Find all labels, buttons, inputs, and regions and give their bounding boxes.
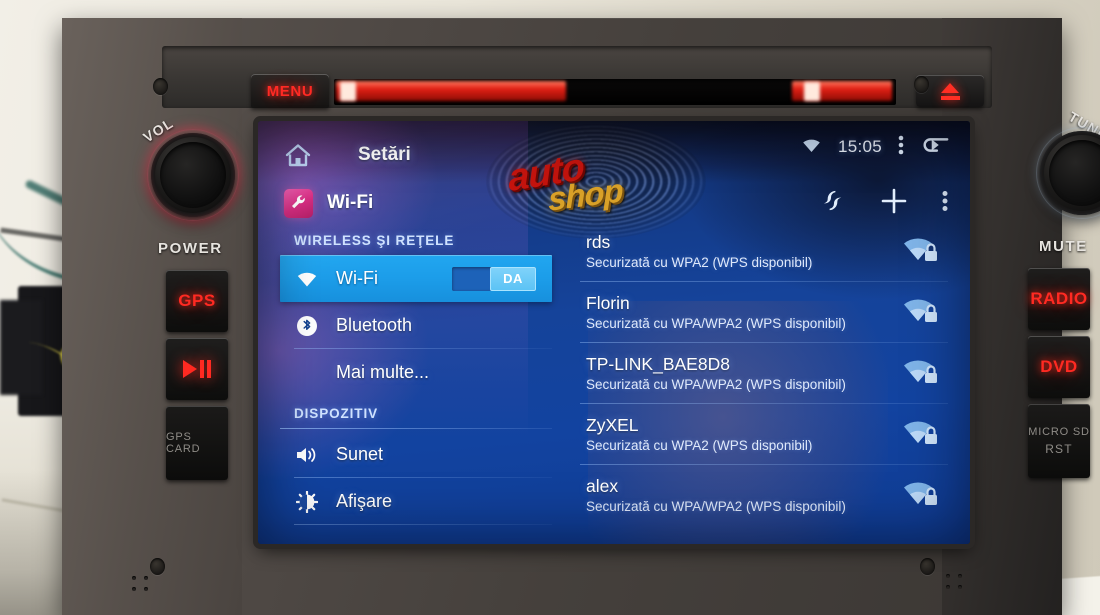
status-time: 15:05 bbox=[837, 137, 882, 156]
page-title: Setări bbox=[358, 144, 411, 165]
dvd-button-label: DVD bbox=[1040, 357, 1078, 376]
slot-highlight-right bbox=[804, 82, 820, 101]
wifi-network-item[interactable]: TP-LINK_BAE8D8 Securizată cu WPA/WPA2 (W… bbox=[580, 343, 958, 404]
section-header-device: DISPOZITIV bbox=[294, 406, 379, 421]
wifi-security: Securizată cu WPA2 (WPS disponibil) bbox=[586, 438, 813, 454]
power-label: POWER bbox=[158, 240, 223, 257]
sidebar-item-wifi[interactable]: Wi-Fi DA bbox=[280, 255, 552, 302]
chassis-screw bbox=[914, 76, 929, 93]
chassis-screw bbox=[150, 558, 165, 575]
wifi-lock-icon bbox=[898, 359, 942, 389]
sidebar-item-label: Bluetooth bbox=[336, 315, 413, 335]
section-header-wireless: WIRELESS ŞI REŢELE bbox=[294, 233, 455, 248]
speaker-icon bbox=[294, 445, 320, 465]
play-pause-icon bbox=[183, 360, 211, 378]
chassis-screw bbox=[920, 558, 935, 575]
wifi-ssid: rds bbox=[586, 232, 611, 253]
plus-icon[interactable] bbox=[880, 187, 908, 220]
wifi-lock-icon bbox=[898, 298, 942, 328]
slot-glow-left bbox=[336, 81, 566, 101]
gps-card-label: GPS CARD bbox=[166, 431, 201, 455]
micro-sd-reset-slot[interactable]: MICRO SD RST bbox=[1028, 404, 1090, 478]
back-arrow-icon[interactable] bbox=[920, 135, 950, 160]
row-divider bbox=[294, 524, 552, 525]
overflow-dots-icon[interactable] bbox=[942, 190, 948, 217]
right-button-column: RADIO DVD MICRO SD RST bbox=[1028, 268, 1090, 478]
wifi-toggle[interactable]: DA bbox=[452, 266, 536, 291]
wifi-network-item[interactable]: ZyXEL Securizată cu WPA2 (WPS disponibil… bbox=[580, 404, 958, 465]
status-bar: 15:05 bbox=[650, 121, 970, 173]
wifi-lock-icon bbox=[898, 420, 942, 450]
micro-sd-label: MICRO SD bbox=[1028, 426, 1090, 438]
disc-slot[interactable] bbox=[334, 79, 896, 105]
eject-icon bbox=[941, 82, 959, 93]
radio-button-label: RADIO bbox=[1030, 289, 1088, 308]
chassis-vent-dots bbox=[132, 576, 136, 591]
wifi-toggle-label: DA bbox=[503, 271, 523, 286]
chassis-vent-dots bbox=[946, 574, 950, 589]
wifi-icon bbox=[294, 270, 320, 288]
wifi-lock-icon bbox=[898, 481, 942, 511]
menu-button[interactable]: MENU bbox=[251, 74, 329, 108]
wifi-network-list: rds Securizată cu WPA2 (WPS disponibil) … bbox=[580, 221, 958, 526]
wifi-network-item[interactable]: rds Securizată cu WPA2 (WPS disponibil) bbox=[580, 221, 958, 282]
sidebar-item-more[interactable]: Mai multe... bbox=[280, 349, 552, 396]
sidebar-item-label: Wi-Fi bbox=[336, 268, 378, 288]
gps-button-label: GPS bbox=[178, 291, 216, 310]
menu-button-label: MENU bbox=[266, 82, 314, 100]
settings-wrench-icon bbox=[284, 188, 313, 218]
section-rule bbox=[280, 428, 552, 429]
sidebar-item-bluetooth[interactable]: Bluetooth bbox=[280, 302, 552, 349]
gps-card-slot[interactable]: GPS CARD bbox=[166, 406, 228, 480]
left-button-column: GPS GPS CARD bbox=[166, 270, 228, 480]
dvd-button[interactable]: DVD bbox=[1028, 336, 1090, 398]
overflow-dots-icon[interactable] bbox=[898, 135, 904, 160]
mute-label: MUTE bbox=[1039, 238, 1088, 255]
wifi-ssid: alex bbox=[586, 476, 619, 497]
app-title: Wi-Fi bbox=[327, 192, 374, 213]
play-pause-button[interactable] bbox=[166, 338, 228, 400]
app-bar: Wi-Fi bbox=[258, 181, 970, 225]
wifi-network-item[interactable]: alex Securizată cu WPA/WPA2 (WPS disponi… bbox=[580, 465, 958, 526]
wifi-security: Securizată cu WPA/WPA2 (WPS disponibil) bbox=[586, 316, 846, 332]
wifi-toggle-knob: DA bbox=[490, 266, 536, 291]
sidebar-item-label: Afişare bbox=[336, 491, 393, 511]
wifi-security: Securizată cu WPA2 (WPS disponibil) bbox=[586, 255, 813, 271]
sidebar-item-sound[interactable]: Sunet bbox=[280, 431, 552, 478]
app-bar-actions bbox=[819, 187, 948, 220]
wifi-lock-icon bbox=[898, 237, 942, 267]
gps-button[interactable]: GPS bbox=[166, 270, 228, 332]
chassis-vent-dots bbox=[958, 574, 962, 589]
wifi-ssid: TP-LINK_BAE8D8 bbox=[586, 354, 730, 375]
chassis-vent-dots bbox=[144, 576, 148, 591]
wifi-security: Securizată cu WPA/WPA2 (WPS disponibil) bbox=[586, 499, 846, 515]
display-bezel: auto shop 15:05 Setări Wi-Fi WIRELESS ŞI… bbox=[258, 121, 970, 544]
volume-power-knob[interactable] bbox=[147, 129, 239, 221]
sidebar-item-label: Sunet bbox=[336, 444, 384, 464]
bluetooth-icon bbox=[294, 315, 320, 337]
sidebar-item-label: Mai multe... bbox=[336, 362, 430, 382]
settings-menu-pane: WIRELESS ŞI REŢELE Wi-Fi DA Bluetooth Ma… bbox=[280, 229, 552, 525]
wps-icon[interactable] bbox=[819, 187, 846, 219]
home-icon[interactable] bbox=[284, 142, 312, 168]
radio-button[interactable]: RADIO bbox=[1028, 268, 1090, 330]
wifi-ssid: ZyXEL bbox=[586, 415, 639, 436]
wifi-security: Securizată cu WPA/WPA2 (WPS disponibil) bbox=[586, 377, 846, 393]
wifi-ssid: Florin bbox=[586, 293, 630, 314]
wifi-network-item[interactable]: Florin Securizată cu WPA/WPA2 (WPS dispo… bbox=[580, 282, 958, 343]
touchscreen-display[interactable]: auto shop 15:05 Setări Wi-Fi WIRELESS ŞI… bbox=[258, 121, 970, 544]
brightness-icon bbox=[294, 490, 320, 513]
reset-label: RST bbox=[1045, 442, 1073, 456]
chassis-screw bbox=[153, 78, 168, 95]
car-head-unit: MENU VOL POWER TUNE MUTE GPS GPS CARD RA… bbox=[62, 18, 1100, 615]
eject-icon-bar bbox=[940, 95, 960, 100]
slot-highlight-left bbox=[340, 82, 356, 101]
wifi-icon bbox=[801, 137, 822, 158]
sidebar-item-display[interactable]: Afişare bbox=[280, 478, 552, 525]
